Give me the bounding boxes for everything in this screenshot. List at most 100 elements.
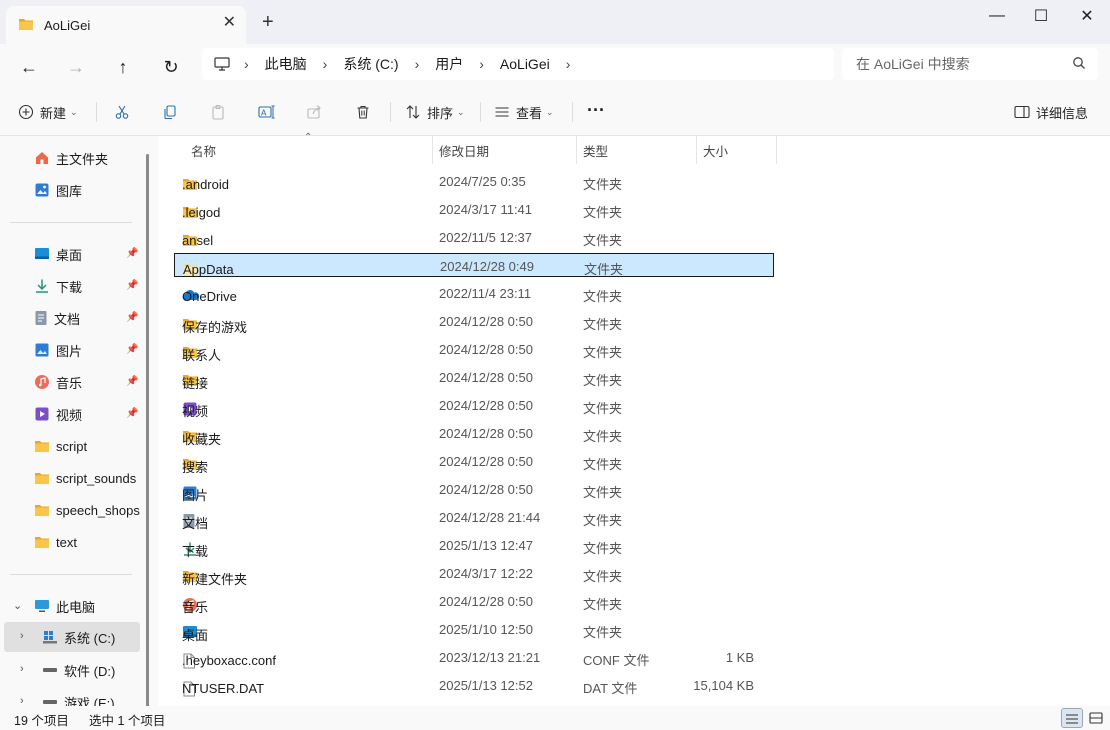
breadcrumb-separator[interactable]: › <box>415 56 420 72</box>
sidebar-item-drive-e[interactable]: › 游戏 (E:) <box>0 688 150 706</box>
breadcrumb-separator[interactable]: › <box>566 56 571 72</box>
up-button[interactable]: ↑ <box>108 52 138 82</box>
sidebar-item-label: 图库 <box>56 183 83 199</box>
breadcrumb-item[interactable]: 此电脑 <box>265 54 307 74</box>
sidebar-item-label: text <box>56 534 77 550</box>
minimize-button[interactable]: — <box>974 4 1020 28</box>
file-row[interactable]: 下载 2025/1/13 12:47 文件夹 <box>174 533 774 559</box>
file-row[interactable]: 搜索 2024/12/28 0:50 文件夹 <box>174 449 774 475</box>
breadcrumb-separator[interactable]: › <box>479 56 484 72</box>
rename-button[interactable]: A <box>258 100 276 124</box>
file-date: 2025/1/10 12:50 <box>439 622 533 637</box>
file-row[interactable]: .android 2024/7/25 0:35 文件夹 <box>174 169 774 193</box>
file-name: OneDrive <box>182 289 237 304</box>
paste-button[interactable] <box>210 100 226 124</box>
file-row[interactable]: AppData 2024/12/28 0:49 文件夹 <box>174 253 774 277</box>
sidebar-item-this-pc[interactable]: 此电脑 <box>0 592 150 620</box>
file-row[interactable]: 视频 2024/12/28 0:50 文件夹 <box>174 393 774 419</box>
new-label: 新建 <box>40 105 67 121</box>
sidebar-item-music[interactable]: 音乐 📌 <box>0 368 150 396</box>
back-button[interactable]: ← <box>14 52 44 82</box>
sidebar-item-drive-c[interactable]: › 系统 (C:) <box>4 622 140 652</box>
tab-close-icon[interactable]: ✕ <box>223 15 236 31</box>
new-button[interactable]: 新建 ⌄ <box>18 100 78 124</box>
file-list[interactable]: ⌃ 名称 修改日期 类型 大小 .android 2024/7/25 0:35 文件… <box>158 132 1110 706</box>
delete-button[interactable] <box>355 100 371 124</box>
file-row[interactable]: OneDrive 2022/11/4 23:11 文件夹 <box>174 281 774 305</box>
tiles-view-button[interactable] <box>1085 708 1107 728</box>
search-input[interactable]: 在 AoLiGei 中搜索 <box>842 48 1098 80</box>
sidebar-item-drive-d[interactable]: › 软件 (D:) <box>0 656 150 684</box>
chevron-right-icon[interactable]: › <box>20 663 24 675</box>
details-view-button[interactable] <box>1061 708 1083 728</box>
command-bar: 新建 ⌄ A 排序 ⌄ 查看 ⌄ ··· 详细信息 <box>0 88 1110 136</box>
file-date: 2024/3/17 11:41 <box>439 202 533 217</box>
pin-icon[interactable]: 📌 <box>126 248 138 259</box>
file-row[interactable]: 文档 2024/12/28 21:44 文件夹 <box>174 505 774 531</box>
sidebar-item-desktop[interactable]: 桌面 📌 <box>0 240 150 268</box>
sidebar-item-documents[interactable]: 文档 📌 <box>0 304 150 332</box>
breadcrumb-separator[interactable]: › <box>244 56 249 72</box>
close-button[interactable]: ✕ <box>1064 4 1110 28</box>
sidebar-item-videos[interactable]: 视频 📌 <box>0 400 150 428</box>
file-row[interactable]: .leigod 2024/3/17 11:41 文件夹 <box>174 197 774 221</box>
column-header-name[interactable]: 名称 <box>191 136 216 164</box>
navigation-pane[interactable]: 主文件夹 图库 桌面 📌 下载 📌 文档 📌 图片 📌 音乐 📌 视频 📌 sc… <box>0 136 158 706</box>
pin-icon[interactable]: 📌 <box>126 344 138 355</box>
cut-button[interactable] <box>114 100 130 124</box>
file-row[interactable]: 链接 2024/12/28 0:50 文件夹 <box>174 365 774 391</box>
file-row[interactable]: 音乐 2024/12/28 0:50 文件夹 <box>174 589 774 615</box>
column-header-date[interactable]: 修改日期 <box>439 136 489 164</box>
file-row[interactable]: 联系人 2024/12/28 0:50 文件夹 <box>174 337 774 363</box>
column-header-size[interactable]: 大小 <box>703 136 728 164</box>
breadcrumb-item[interactable]: 系统 (C:) <box>343 54 398 74</box>
file-row[interactable]: .heyboxacc.conf 2023/12/13 21:21 CONF 文件 1 … <box>174 645 774 669</box>
pin-icon[interactable]: 📌 <box>126 312 138 323</box>
file-row[interactable]: 桌面 2025/1/10 12:50 文件夹 <box>174 617 774 643</box>
file-row[interactable]: 保存的游戏 2024/12/28 0:50 文件夹 <box>174 309 774 335</box>
sidebar-item-pictures[interactable]: 图片 📌 <box>0 336 150 364</box>
share-button[interactable] <box>306 100 322 124</box>
sidebar-item-gallery[interactable]: 图库 <box>0 176 150 204</box>
details-pane-button[interactable]: 详细信息 <box>1014 100 1088 124</box>
sort-button[interactable]: 排序 ⌄ <box>405 100 465 124</box>
folder-icon <box>34 471 50 485</box>
sidebar-item-downloads[interactable]: 下载 📌 <box>0 272 150 300</box>
chevron-down-icon: ⌄ <box>457 106 465 117</box>
pin-icon[interactable]: 📌 <box>126 280 138 291</box>
sidebar-scrollbar[interactable] <box>146 154 149 706</box>
forward-button[interactable]: → <box>61 52 91 82</box>
column-divider[interactable] <box>432 136 433 164</box>
file-type: 文件夹 <box>583 597 623 612</box>
address-bar[interactable]: › 此电脑 › 系统 (C:) › 用户 › AoLiGei › <box>202 48 834 80</box>
window-tab[interactable]: AoLiGei ✕ <box>6 6 246 44</box>
view-button[interactable]: 查看 ⌄ <box>494 100 554 124</box>
sidebar-item-folder[interactable]: script_sounds <box>0 464 150 492</box>
refresh-button[interactable]: ↻ <box>156 52 186 82</box>
column-divider[interactable] <box>576 136 577 164</box>
file-row[interactable]: 新建文件夹 2024/3/17 12:22 文件夹 <box>174 561 774 587</box>
sidebar-item-home[interactable]: 主文件夹 <box>0 144 150 172</box>
sidebar-item-folder[interactable]: text <box>0 528 150 556</box>
breadcrumb-separator[interactable]: › <box>323 56 328 72</box>
sidebar-item-folder[interactable]: speech_shops <box>0 496 150 524</box>
column-divider[interactable] <box>776 136 777 164</box>
column-divider[interactable] <box>696 136 697 164</box>
file-name: ansel <box>182 233 214 248</box>
sidebar-item-folder[interactable]: script <box>0 432 150 460</box>
file-row[interactable]: ansel 2022/11/5 12:37 文件夹 <box>174 225 774 249</box>
more-options-button[interactable]: ··· <box>587 98 605 122</box>
pin-icon[interactable]: 📌 <box>126 376 138 387</box>
maximize-button[interactable]: ☐ <box>1018 4 1064 28</box>
new-tab-button[interactable]: + <box>262 12 274 32</box>
breadcrumb-item[interactable]: 用户 <box>435 54 463 74</box>
pin-icon[interactable]: 📌 <box>126 408 138 419</box>
file-row[interactable]: 图片 2024/12/28 0:50 文件夹 <box>174 477 774 503</box>
copy-button[interactable] <box>162 100 178 124</box>
file-row[interactable]: 收藏夹 2024/12/28 0:50 文件夹 <box>174 421 774 447</box>
file-row[interactable]: NTUSER.DAT 2025/1/13 12:52 DAT 文件 15,104 KB <box>174 673 774 697</box>
breadcrumb-item[interactable]: AoLiGei <box>500 56 550 72</box>
chevron-right-icon[interactable]: › <box>20 630 24 642</box>
column-header-type[interactable]: 类型 <box>583 136 608 164</box>
chevron-right-icon[interactable]: › <box>20 695 24 706</box>
